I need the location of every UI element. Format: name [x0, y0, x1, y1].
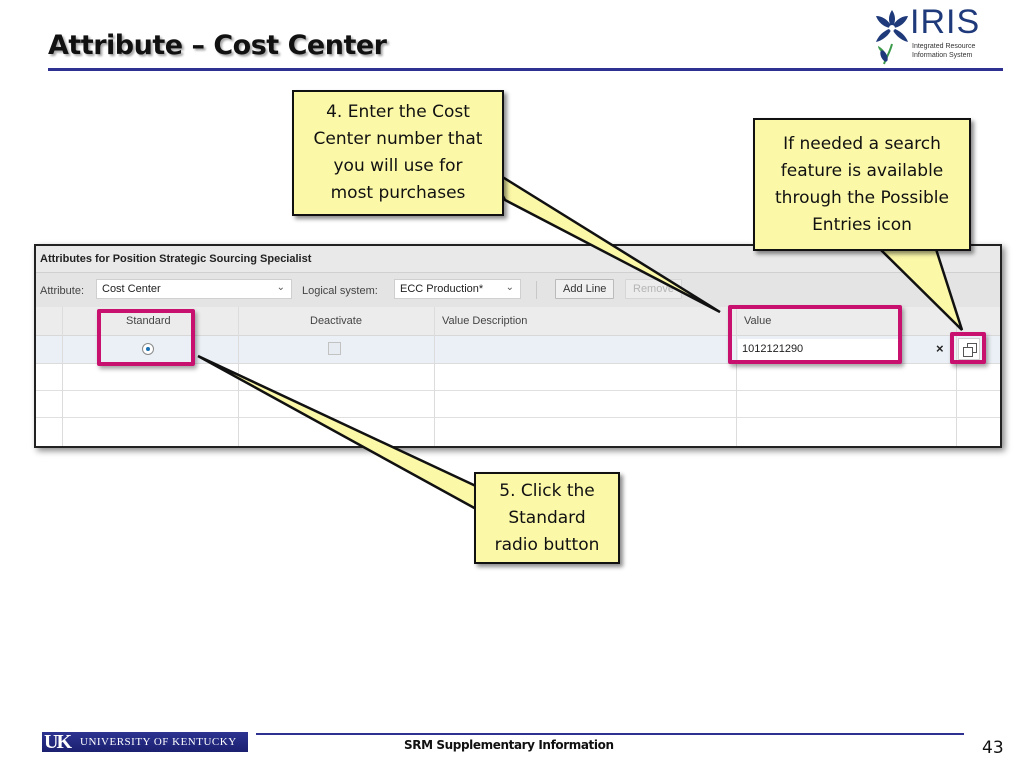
- callout-line: you will use for: [333, 156, 463, 176]
- search-tip-callout: If needed a search feature is available …: [753, 118, 971, 251]
- iris-flower-icon: [876, 10, 908, 65]
- panel-title: Attributes for Position Strategic Sourci…: [40, 253, 312, 265]
- attribute-toolbar: Attribute: Cost Center ⌄ Logical system:…: [36, 273, 1000, 307]
- callout-line: through the Possible: [775, 187, 949, 208]
- callout-line: feature is available: [780, 160, 944, 181]
- uk-name: UNIVERSITY OF KENTUCKY: [80, 736, 237, 748]
- possible-entries-highlight-box: [950, 332, 986, 364]
- callout-line: 5. Click the: [499, 480, 595, 501]
- step5-callout: 5. Click the Standard radio button: [474, 472, 620, 564]
- remove-button[interactable]: Remove: [625, 279, 682, 299]
- toolbar-separator: [536, 281, 537, 299]
- table-row: [36, 418, 1000, 444]
- slide-title: Attribute – Cost Center: [48, 30, 387, 61]
- footer-rule: [256, 733, 964, 735]
- callout-line: most purchases: [330, 183, 466, 203]
- attribute-label: Attribute:: [40, 285, 85, 297]
- clear-icon[interactable]: ×: [936, 341, 944, 356]
- page-number: 43: [982, 738, 1004, 758]
- callout-line: Center number that: [313, 129, 483, 149]
- column-divider: [62, 307, 63, 446]
- chevron-down-icon: ⌄: [505, 282, 514, 293]
- callout-line: 4. Enter the Cost: [326, 102, 470, 122]
- uk-mark: UK: [44, 731, 72, 753]
- deactivate-checkbox[interactable]: [328, 342, 341, 355]
- title-underline: [48, 68, 1003, 71]
- attribute-select[interactable]: Cost Center ⌄: [96, 279, 292, 299]
- iris-subtitle-line1: Integrated Resource: [912, 43, 976, 50]
- callout-line: Entries icon: [812, 214, 912, 235]
- chevron-down-icon: ⌄: [276, 282, 285, 293]
- callout-line: radio button: [494, 534, 600, 555]
- standard-highlight-box: [97, 309, 195, 366]
- step4-callout: 4. Enter the Cost Center number that you…: [292, 90, 504, 216]
- add-line-button[interactable]: Add Line: [555, 279, 615, 299]
- iris-subtitle-line2: Information System: [912, 52, 973, 59]
- logical-system-select-value: ECC Production*: [400, 283, 484, 295]
- logical-system-select[interactable]: ECC Production* ⌄: [394, 279, 521, 299]
- footer-text: SRM Supplementary Information: [404, 738, 614, 752]
- callout-line: If needed a search: [783, 133, 941, 154]
- column-divider: [434, 307, 435, 446]
- logical-system-label: Logical system:: [302, 285, 378, 297]
- attribute-select-value: Cost Center: [102, 283, 161, 295]
- column-divider: [238, 307, 239, 446]
- column-divider: [956, 307, 957, 446]
- callout-line: Standard: [508, 507, 586, 528]
- table-row: [36, 391, 1000, 418]
- table-row: [36, 364, 1000, 391]
- value-highlight-box: [728, 305, 902, 364]
- column-header-deactivate: Deactivate: [310, 315, 362, 327]
- iris-logo: IRIS Integrated Resource Information Sys…: [872, 4, 1002, 66]
- iris-wordmark: IRIS: [910, 3, 981, 41]
- iris-subtitle: Integrated Resource Information System: [912, 42, 992, 60]
- column-header-value-description: Value Description: [442, 315, 528, 327]
- university-of-kentucky-logo: UK UNIVERSITY OF KENTUCKY: [42, 731, 248, 753]
